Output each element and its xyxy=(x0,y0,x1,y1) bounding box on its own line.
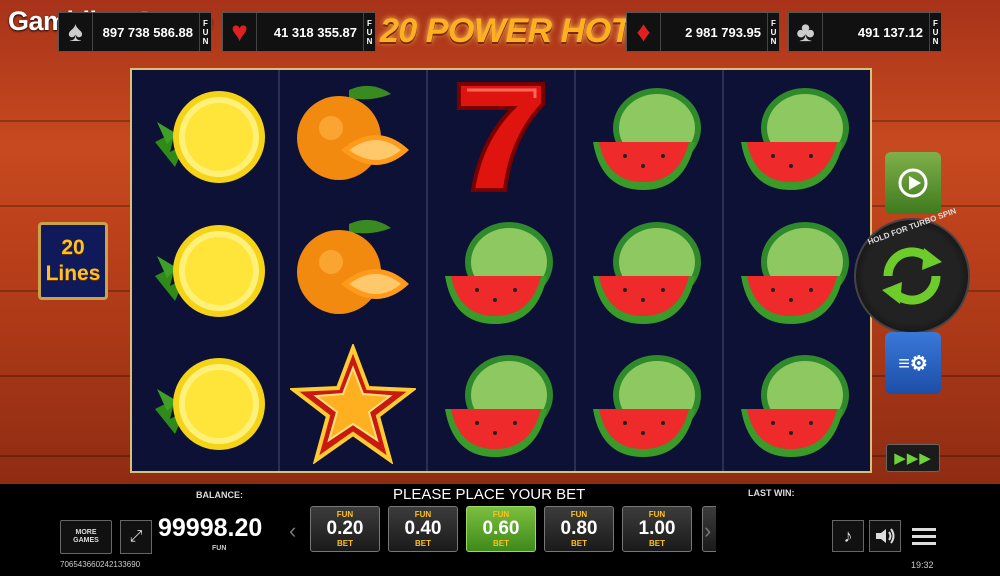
reel-3 xyxy=(428,70,576,471)
reel-4 xyxy=(576,70,724,471)
fullscreen-icon: ⤢ xyxy=(129,528,143,545)
more-games-line1: MORE xyxy=(75,529,97,536)
bet-option[interactable]: FUN 0.40 BET xyxy=(388,506,458,552)
symbol-seven xyxy=(428,70,574,204)
reels-area xyxy=(130,68,872,473)
last-win-label: LAST WIN: xyxy=(748,488,795,498)
autoplay-button[interactable]: ≡⚙ xyxy=(885,332,941,394)
jackpot-currency: FUN xyxy=(363,13,375,51)
club-icon: ♣ xyxy=(789,13,823,51)
bet-prev-arrow[interactable]: ‹ xyxy=(289,518,296,544)
symbol-lemon xyxy=(132,337,278,471)
music-button[interactable]: ♪ xyxy=(832,520,864,552)
symbol-watermelon xyxy=(576,204,722,338)
jackpot-currency: FUN xyxy=(929,13,941,51)
speaker-icon xyxy=(876,528,895,544)
balance-label: BALANCE: xyxy=(196,490,243,500)
game-id: 706543660242133690 xyxy=(60,560,141,569)
symbol-watermelon xyxy=(724,70,870,204)
reel-5 xyxy=(724,70,870,471)
replay-button[interactable] xyxy=(885,152,941,214)
symbol-watermelon xyxy=(724,204,870,338)
symbol-star xyxy=(280,337,426,471)
jackpot-value: 41 318 355.87 xyxy=(273,24,357,40)
heart-icon: ♥ xyxy=(223,13,257,51)
symbol-watermelon xyxy=(724,337,870,471)
bottom-bar: BALANCE: PLEASE PLACE YOUR BET LAST WIN:… xyxy=(0,484,1000,576)
lines-count: 20 xyxy=(61,236,85,259)
clock: 19:32 xyxy=(911,560,934,570)
menu-button[interactable] xyxy=(906,520,942,552)
diamond-icon: ♦ xyxy=(627,13,661,51)
music-note-icon: ♪ xyxy=(843,525,853,546)
balance-value: 99998.20 xyxy=(158,514,263,542)
reel-1 xyxy=(132,70,280,471)
jackpot-diamonds: ♦ 2 981 793.95 FUN xyxy=(626,12,780,52)
symbol-watermelon xyxy=(428,204,574,338)
reel-2 xyxy=(280,70,428,471)
bet-option[interactable]: FUN 1.00 BET xyxy=(622,506,692,552)
symbol-orange xyxy=(280,204,426,338)
status-message: PLEASE PLACE YOUR BET xyxy=(393,486,586,503)
symbol-watermelon xyxy=(576,70,722,204)
sound-button[interactable] xyxy=(869,520,901,552)
game-title: 20 POWER HOT xyxy=(380,12,631,50)
symbol-watermelon xyxy=(428,337,574,471)
jackpot-hearts: ♥ 41 318 355.87 FUN xyxy=(222,12,376,52)
bet-option[interactable]: FUN 0.80 BET xyxy=(544,506,614,552)
fullscreen-button[interactable]: ⤢ xyxy=(120,520,152,554)
jackpot-clubs: ♣ 491 137.12 FUN xyxy=(788,12,942,52)
symbol-watermelon xyxy=(576,337,722,471)
spin-icon xyxy=(882,247,942,305)
bet-next-arrow[interactable]: › xyxy=(704,518,711,544)
jackpot-spades: ♠ 897 738 586.88 FUN xyxy=(58,12,212,52)
hamburger-icon xyxy=(912,527,936,531)
more-games-button[interactable]: MORE GAMES xyxy=(60,520,112,554)
jackpot-value: 897 738 586.88 xyxy=(102,24,193,40)
bet-option-selected[interactable]: FUN 0.60 BET xyxy=(466,506,536,552)
spade-icon: ♠ xyxy=(59,13,93,51)
lines-indicator: 20 Lines xyxy=(38,222,108,300)
autoplay-icon: ≡⚙ xyxy=(898,352,928,375)
speed-button[interactable]: ▶▶▶ xyxy=(886,444,940,472)
jackpot-currency: FUN xyxy=(199,13,211,51)
jackpot-value: 2 981 793.95 xyxy=(685,24,761,40)
bet-option[interactable]: FUN 0.20 BET xyxy=(310,506,380,552)
symbol-lemon xyxy=(132,204,278,338)
symbol-orange xyxy=(280,70,426,204)
fast-forward-icon: ▶▶▶ xyxy=(894,450,932,467)
jackpot-value: 491 137.12 xyxy=(857,24,923,40)
jackpot-currency: FUN xyxy=(767,13,779,51)
more-games-line2: GAMES xyxy=(73,537,99,544)
balance-currency: FUN xyxy=(212,545,227,552)
symbol-lemon xyxy=(132,70,278,204)
lines-label: Lines xyxy=(45,262,101,285)
replay-icon xyxy=(898,168,928,198)
